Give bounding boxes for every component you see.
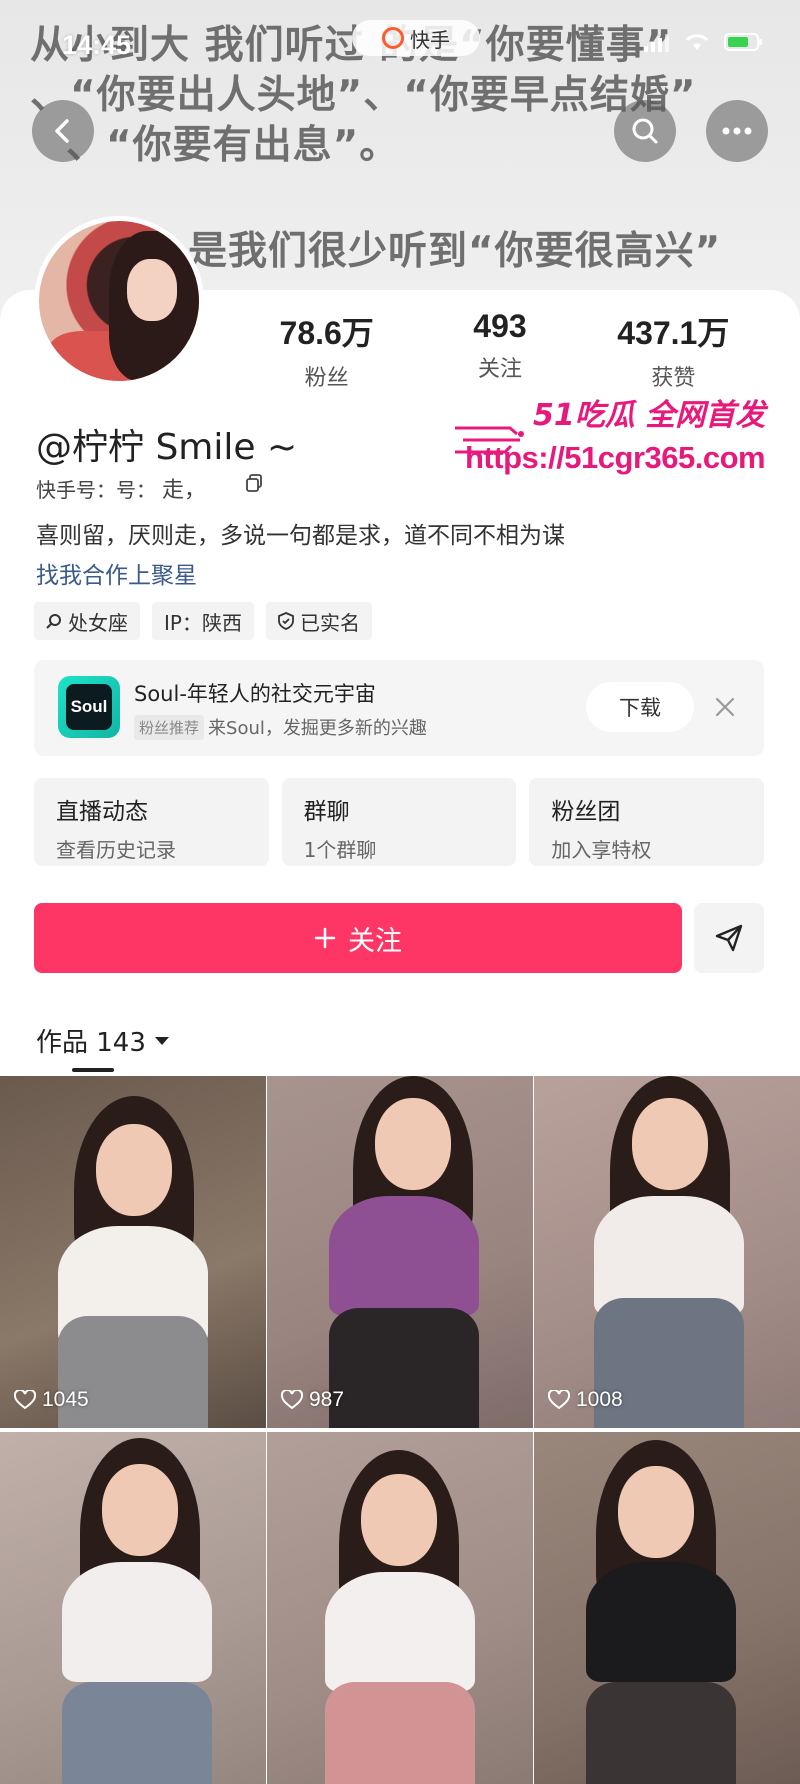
stat-value: 493 [473, 308, 527, 344]
tag-label: 处女座 [68, 610, 128, 635]
shield-icon [278, 612, 294, 630]
video-thumbnail[interactable] [534, 1432, 800, 1784]
ad-title: Soul-年轻人的社交元宇宙 [134, 682, 376, 706]
back-button[interactable] [32, 100, 94, 162]
watermark-url: https://51cgr365.com [465, 440, 766, 475]
like-count-value: 987 [309, 1388, 345, 1411]
heart-icon [14, 1390, 36, 1410]
stat-value: 437.1万 [617, 315, 730, 351]
follow-label: 关注 [348, 925, 402, 957]
like-count-value: 1008 [576, 1388, 623, 1411]
search-button[interactable] [614, 100, 676, 162]
copy-icon[interactable] [246, 474, 262, 492]
feature-entries: 直播动态 查看历史记录 群聊 1个群聊 粉丝团 加入享特权 [34, 778, 765, 866]
like-count: 1008 [548, 1388, 623, 1412]
cooperation-link[interactable]: 找我合作上聚星 [36, 556, 197, 590]
follow-button[interactable]: 关注 [34, 903, 682, 973]
like-count: 1045 [14, 1388, 89, 1412]
kuaishou-id-value: 走， [162, 478, 207, 503]
stat-label: 关注 [477, 357, 522, 382]
app-indicator: 快手 [352, 20, 480, 56]
ad-subtitle-text: 来Soul，发掘更多新的兴趣 [208, 718, 427, 739]
tag-ip-location: IP：陕西 [152, 602, 254, 640]
message-button[interactable] [694, 903, 764, 973]
entry-subtitle: 加入享特权 [551, 838, 652, 862]
profile-bio: 喜则留，厌则走，多说一句都是求，道不同不相为谋 [36, 523, 565, 549]
ad-badge: 粉丝推荐 [134, 714, 205, 740]
entry-group-chat[interactable]: 群聊 1个群聊 [281, 778, 517, 866]
soul-app-icon: Soul [58, 676, 120, 738]
video-thumbnail[interactable]: 1045 [0, 1076, 266, 1428]
soul-logo-text: Soul [66, 684, 112, 730]
caret-down-icon [154, 1036, 169, 1045]
close-icon[interactable] [712, 694, 738, 720]
more-button[interactable] [706, 100, 768, 162]
kuaishou-id-label: 快手号：号： [36, 478, 156, 502]
entry-fan-club[interactable]: 粉丝团 加入享特权 [529, 778, 765, 866]
banner-text-line: 是我们很少听到“你要很高兴” [188, 229, 722, 274]
entry-live-history[interactable]: 直播动态 查看历史记录 [34, 778, 269, 866]
tag-zodiac[interactable]: 处女座 [34, 602, 140, 640]
stat-label: 粉丝 [304, 366, 349, 391]
download-button[interactable]: 下载 [586, 682, 694, 732]
heart-icon [281, 1390, 303, 1410]
plus-icon [314, 927, 336, 949]
stat-following[interactable]: 493 关注 [413, 308, 586, 392]
profile-stats: 78.6万 粉丝 493 关注 437.1万 获赞 [240, 308, 760, 392]
app-name: 快手 [410, 27, 450, 52]
video-thumbnail[interactable] [267, 1432, 533, 1784]
status-time: 14:45 [62, 30, 132, 60]
tag-label: IP：陕西 [164, 610, 242, 635]
entry-title: 群聊 [303, 799, 350, 825]
entry-subtitle: 1个群聊 [303, 838, 377, 862]
chevron-left-icon [55, 119, 69, 143]
banner-text-line: 、“你要有出息”。 [66, 123, 400, 168]
battery-icon [724, 33, 762, 51]
status-icons [644, 32, 764, 52]
wifi-icon [685, 34, 709, 50]
watermark-title: 51吃瓜 全网首发 [533, 398, 766, 433]
video-thumbnail[interactable] [0, 1432, 266, 1784]
kuaishou-id: 快手号：号： 走， [36, 472, 206, 504]
tag-label: 已实名 [299, 610, 360, 635]
entry-subtitle: 查看历史记录 [56, 838, 176, 862]
send-icon [715, 924, 743, 952]
signal-icon [644, 34, 669, 52]
ad-subtitle: 粉丝推荐 来Soul，发掘更多新的兴趣 [134, 714, 427, 740]
works-label: 作品 143 [36, 1028, 146, 1058]
entry-title: 粉丝团 [551, 799, 621, 825]
like-count: 987 [281, 1388, 344, 1412]
tag-verified[interactable]: 已实名 [265, 602, 372, 640]
stat-likes[interactable]: 437.1万 获赞 [587, 308, 760, 392]
avatar[interactable] [34, 216, 204, 386]
more-dots-icon [722, 127, 752, 135]
video-thumbnail[interactable]: 987 [267, 1076, 533, 1428]
search-icon [46, 614, 61, 629]
stat-label: 获赞 [651, 366, 696, 391]
search-icon [632, 118, 658, 144]
stat-value: 78.6万 [279, 315, 374, 351]
profile-name: @柠柠 Smile ~ [36, 427, 298, 468]
stat-followers[interactable]: 78.6万 粉丝 [240, 308, 413, 392]
heart-icon [548, 1390, 570, 1410]
profile-tags: 处女座 IP：陕西 已实名 [34, 602, 372, 640]
entry-title: 直播动态 [56, 799, 148, 825]
banner-text-line: 、“你要出人头地”、“你要早点结婚” [30, 73, 697, 118]
tab-indicator [72, 1068, 114, 1072]
kuaishou-logo-icon [382, 27, 404, 49]
video-thumbnail[interactable]: 1008 [534, 1076, 800, 1428]
soul-ad-card[interactable]: Soul Soul-年轻人的社交元宇宙 粉丝推荐 来Soul，发掘更多新的兴趣 … [34, 660, 764, 756]
like-count-value: 1045 [42, 1388, 89, 1411]
works-tab[interactable]: 作品 143 [36, 1022, 170, 1059]
